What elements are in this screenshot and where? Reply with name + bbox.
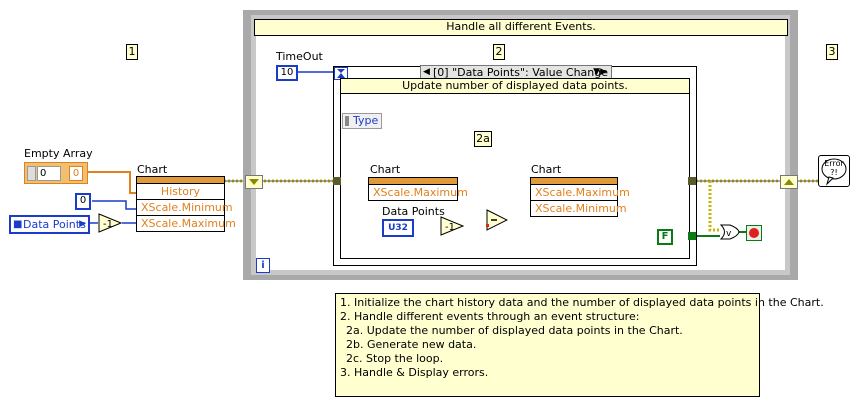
error-handler-text: Error ?! [824,159,844,177]
sequence-frame-left [243,10,251,280]
prop-write-xscale-min: XScale.Minimum [531,200,627,216]
numeric-wire-min [92,200,136,210]
note-line: 1. Initialize the chart history data and… [340,296,824,309]
data-points-local-label: Data Points [382,205,445,218]
xscale-min-constant: 0 [75,193,91,210]
control-arrow-icon: ▶ [79,219,86,229]
chart-label-write: Chart [531,163,562,176]
control-marker-icon: ■ [13,219,23,230]
error-handler-node: Error ?! [818,155,850,187]
event-tunnel-in [333,177,341,185]
svg-text:-1: -1 [103,219,113,230]
decrement-function-event: -1 [440,216,465,236]
chart-label-read: Chart [370,163,401,176]
prop-xscale-min: XScale.Minimum [137,199,233,215]
type-node-label: Type [353,114,379,127]
note-line: 2b. Generate new data. [346,338,477,351]
iteration-terminal: i [256,258,270,273]
timeout-label: TimeOut [276,50,323,63]
frame-number-1: 1 [126,44,138,60]
loop-header-comment: Handle all different Events. [254,19,788,36]
event-node-handle [345,116,349,126]
chart-property-node-init: History XScale.Minimum XScale.Maximum [136,176,236,232]
notes-comment: 1. Initialize the chart history data and… [335,293,824,397]
note-line: 2a. Update the number of displayed data … [346,324,683,337]
left-error-tunnel [245,175,263,189]
array-index-spinner[interactable] [27,166,36,181]
subframe-label-2a: 2a [474,131,492,147]
stop-terminal[interactable] [746,225,762,241]
sequence-frame-right [790,10,798,280]
sequence-frame-bottom [243,275,798,280]
prop-write-xscale-max: XScale.Maximum [531,184,630,200]
chart-property-node-write: XScale.Maximum XScale.Minimum [530,177,630,217]
data-points-local-terminal: U32 [382,219,414,237]
svg-text:-1: -1 [445,222,455,233]
data-points-control[interactable]: ■ Data Points ▶ [9,215,90,234]
event-description-comment: Update number of displayed data points. [340,78,690,94]
frame-number-3: 3 [826,44,838,60]
decrement-function: -1 [98,213,123,233]
false-constant: F [657,229,673,245]
note-line: 2. Handle different events through an ev… [340,310,640,323]
event-tunnel-out [688,177,696,185]
event-data-node: Type [342,113,382,129]
prop-xscale-max: XScale.Maximum [137,215,236,231]
event-bool-tunnel [688,232,696,240]
note-line: 2c. Stop the loop. [346,352,444,365]
data-points-control-label: Data Points [23,218,86,231]
empty-array-label: Empty Array [24,147,93,160]
svg-text:v: v [726,229,732,239]
timeout-constant: 10 [276,65,298,81]
block-diagram: 1 2 3 Handle all different Events. i Emp… [0,0,861,400]
chart-label-init: Chart [137,163,168,176]
empty-array-constant: 0 0 [24,162,88,184]
note-line: 3. Handle & Display errors. [340,366,489,379]
array-element: 0 [69,166,83,181]
subtract-function [486,209,509,231]
array-wire [86,171,136,194]
prop-read-xscale-max: XScale.Maximum [369,184,468,200]
prop-history: History [137,183,224,199]
array-index: 0 [37,166,61,181]
chart-property-node-read: XScale.Maximum [368,177,468,201]
or-function: v [719,224,740,240]
right-error-tunnel [780,175,798,189]
